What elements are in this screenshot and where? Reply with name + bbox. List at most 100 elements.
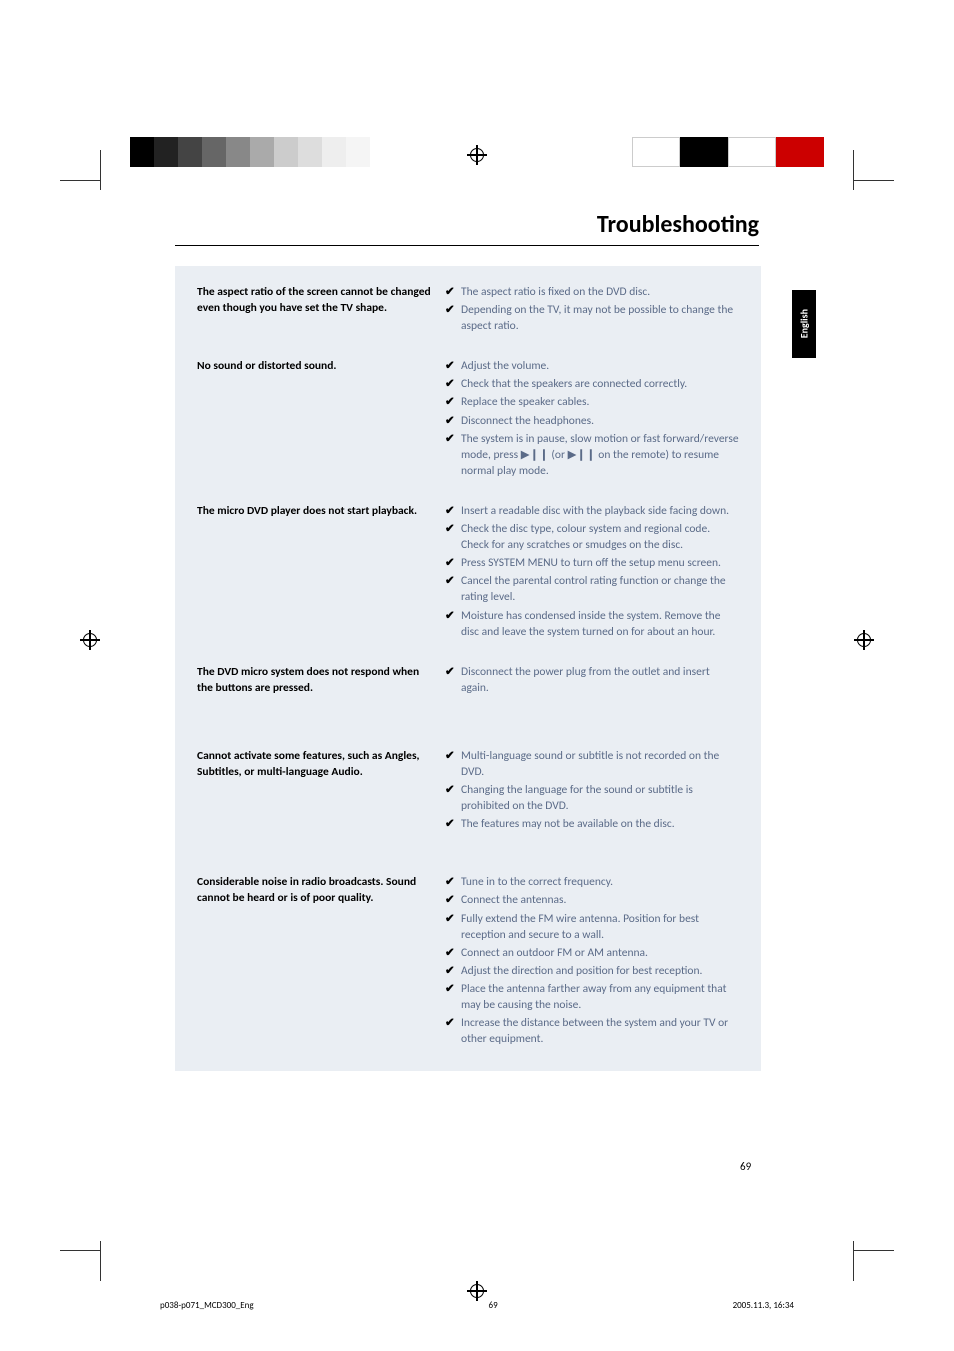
solution-text: The features may not be available on the… (461, 816, 739, 832)
check-icon: ✔ (445, 816, 461, 832)
solution-item: ✔Check the disc type, colour system and … (445, 521, 739, 553)
solution-item: ✔Check that the speakers are connected c… (445, 376, 739, 392)
solution-text: Tune in to the correct frequency. (461, 874, 739, 890)
check-icon: ✔ (445, 892, 461, 908)
footer-file: p038-p071_MCD300_Eng (160, 1300, 254, 1311)
solution-text: Multi-language sound or subtitle is not … (461, 748, 739, 780)
check-icon: ✔ (445, 981, 461, 1013)
solution-item: ✔Disconnect the headphones. (445, 413, 739, 429)
solution-text: Adjust the direction and position for be… (461, 963, 739, 979)
solution-item: ✔Moisture has condensed inside the syste… (445, 608, 739, 640)
solution-text: Increase the distance between the system… (461, 1015, 739, 1047)
check-icon: ✔ (445, 358, 461, 374)
solution-text: Check the disc type, colour system and r… (461, 521, 739, 553)
solutions-list: ✔Multi-language sound or subtitle is not… (445, 748, 739, 834)
problem-text: The DVD micro system does not respond wh… (197, 664, 445, 698)
solution-text: Press SYSTEM MENU to turn off the setup … (461, 555, 739, 571)
solution-text: Insert a readable disc with the playback… (461, 503, 739, 519)
check-icon: ✔ (445, 664, 461, 696)
check-icon: ✔ (445, 521, 461, 553)
check-icon: ✔ (445, 376, 461, 392)
solution-item: ✔Place the antenna farther away from any… (445, 981, 739, 1013)
solution-item: ✔Connect an outdoor FM or AM antenna. (445, 945, 739, 961)
check-icon: ✔ (445, 608, 461, 640)
troubleshooting-row: No sound or distorted sound.✔Adjust the … (197, 358, 739, 481)
registration-mark-icon (80, 630, 100, 650)
check-icon: ✔ (445, 874, 461, 890)
solution-item: ✔Insert a readable disc with the playbac… (445, 503, 739, 519)
registration-mark-icon (854, 630, 874, 650)
solution-text: Adjust the volume. (461, 358, 739, 374)
check-icon: ✔ (445, 782, 461, 814)
language-tab: English (792, 290, 816, 358)
crop-mark (60, 1250, 100, 1251)
solution-item: ✔Adjust the volume. (445, 358, 739, 374)
check-icon: ✔ (445, 302, 461, 334)
solution-item: ✔Replace the speaker cables. (445, 394, 739, 410)
problem-text: The micro DVD player does not start play… (197, 503, 445, 642)
crop-mark (854, 180, 894, 181)
solution-text: Fully extend the FM wire antenna. Positi… (461, 911, 739, 943)
troubleshooting-table: The aspect ratio of the screen cannot be… (175, 266, 761, 1071)
troubleshooting-row: The DVD micro system does not respond wh… (197, 664, 739, 698)
solutions-list: ✔Insert a readable disc with the playbac… (445, 503, 739, 642)
title-rule (175, 245, 759, 246)
solution-item: ✔The aspect ratio is fixed on the DVD di… (445, 284, 739, 300)
crop-mark (100, 1241, 101, 1281)
registration-mark-icon (467, 145, 487, 165)
check-icon: ✔ (445, 945, 461, 961)
solution-text: Check that the speakers are connected co… (461, 376, 739, 392)
troubleshooting-row: Considerable noise in radio broadcasts. … (197, 874, 739, 1049)
troubleshooting-row: The micro DVD player does not start play… (197, 503, 739, 642)
solution-text: Changing the language for the sound or s… (461, 782, 739, 814)
check-icon: ✔ (445, 394, 461, 410)
problem-text: The aspect ratio of the screen cannot be… (197, 284, 445, 336)
solution-text: Moisture has condensed inside the system… (461, 608, 739, 640)
color-bar-left (130, 137, 370, 167)
solution-item: ✔The features may not be available on th… (445, 816, 739, 832)
solutions-list: ✔Tune in to the correct frequency.✔Conne… (445, 874, 739, 1049)
check-icon: ✔ (445, 748, 461, 780)
solution-item: ✔Increase the distance between the syste… (445, 1015, 739, 1047)
footer: p038-p071_MCD300_Eng 69 2005.11.3, 16:34 (160, 1300, 794, 1311)
crop-mark (100, 150, 101, 190)
check-icon: ✔ (445, 413, 461, 429)
solution-item: ✔Press SYSTEM MENU to turn off the setup… (445, 555, 739, 571)
solutions-list: ✔Adjust the volume.✔Check that the speak… (445, 358, 739, 481)
crop-mark (853, 1241, 854, 1281)
solution-item: ✔The system is in pause, slow motion or … (445, 431, 739, 479)
problem-text: Cannot activate some features, such as A… (197, 748, 445, 834)
solution-text: Cancel the parental control rating funct… (461, 573, 739, 605)
page-title: Troubleshooting (597, 210, 759, 239)
solution-text: Replace the speaker cables. (461, 394, 739, 410)
solution-text: The system is in pause, slow motion or f… (461, 431, 739, 479)
solution-text: Connect an outdoor FM or AM antenna. (461, 945, 739, 961)
solution-text: The aspect ratio is fixed on the DVD dis… (461, 284, 739, 300)
check-icon: ✔ (445, 284, 461, 300)
footer-timestamp: 2005.11.3, 16:34 (733, 1300, 794, 1311)
check-icon: ✔ (445, 963, 461, 979)
solution-text: Place the antenna farther away from any … (461, 981, 739, 1013)
page-number: 69 (740, 1160, 751, 1173)
solution-item: ✔Changing the language for the sound or … (445, 782, 739, 814)
solution-item: ✔Cancel the parental control rating func… (445, 573, 739, 605)
solution-text: Disconnect the power plug from the outle… (461, 664, 739, 696)
crop-mark (853, 150, 854, 190)
solution-item: ✔Disconnect the power plug from the outl… (445, 664, 739, 696)
solution-item: ✔Tune in to the correct frequency. (445, 874, 739, 890)
crop-mark (60, 180, 100, 181)
color-bar-right (632, 137, 824, 167)
check-icon: ✔ (445, 573, 461, 605)
troubleshooting-row: The aspect ratio of the screen cannot be… (197, 284, 739, 336)
check-icon: ✔ (445, 555, 461, 571)
troubleshooting-row: Cannot activate some features, such as A… (197, 748, 739, 834)
solution-item: ✔Depending on the TV, it may not be poss… (445, 302, 739, 334)
crop-mark (854, 1250, 894, 1251)
solutions-list: ✔The aspect ratio is fixed on the DVD di… (445, 284, 739, 336)
solution-item: ✔Adjust the direction and position for b… (445, 963, 739, 979)
problem-text: No sound or distorted sound. (197, 358, 445, 481)
solution-text: Connect the antennas. (461, 892, 739, 908)
solution-text: Disconnect the headphones. (461, 413, 739, 429)
check-icon: ✔ (445, 1015, 461, 1047)
solution-text: Depending on the TV, it may not be possi… (461, 302, 739, 334)
